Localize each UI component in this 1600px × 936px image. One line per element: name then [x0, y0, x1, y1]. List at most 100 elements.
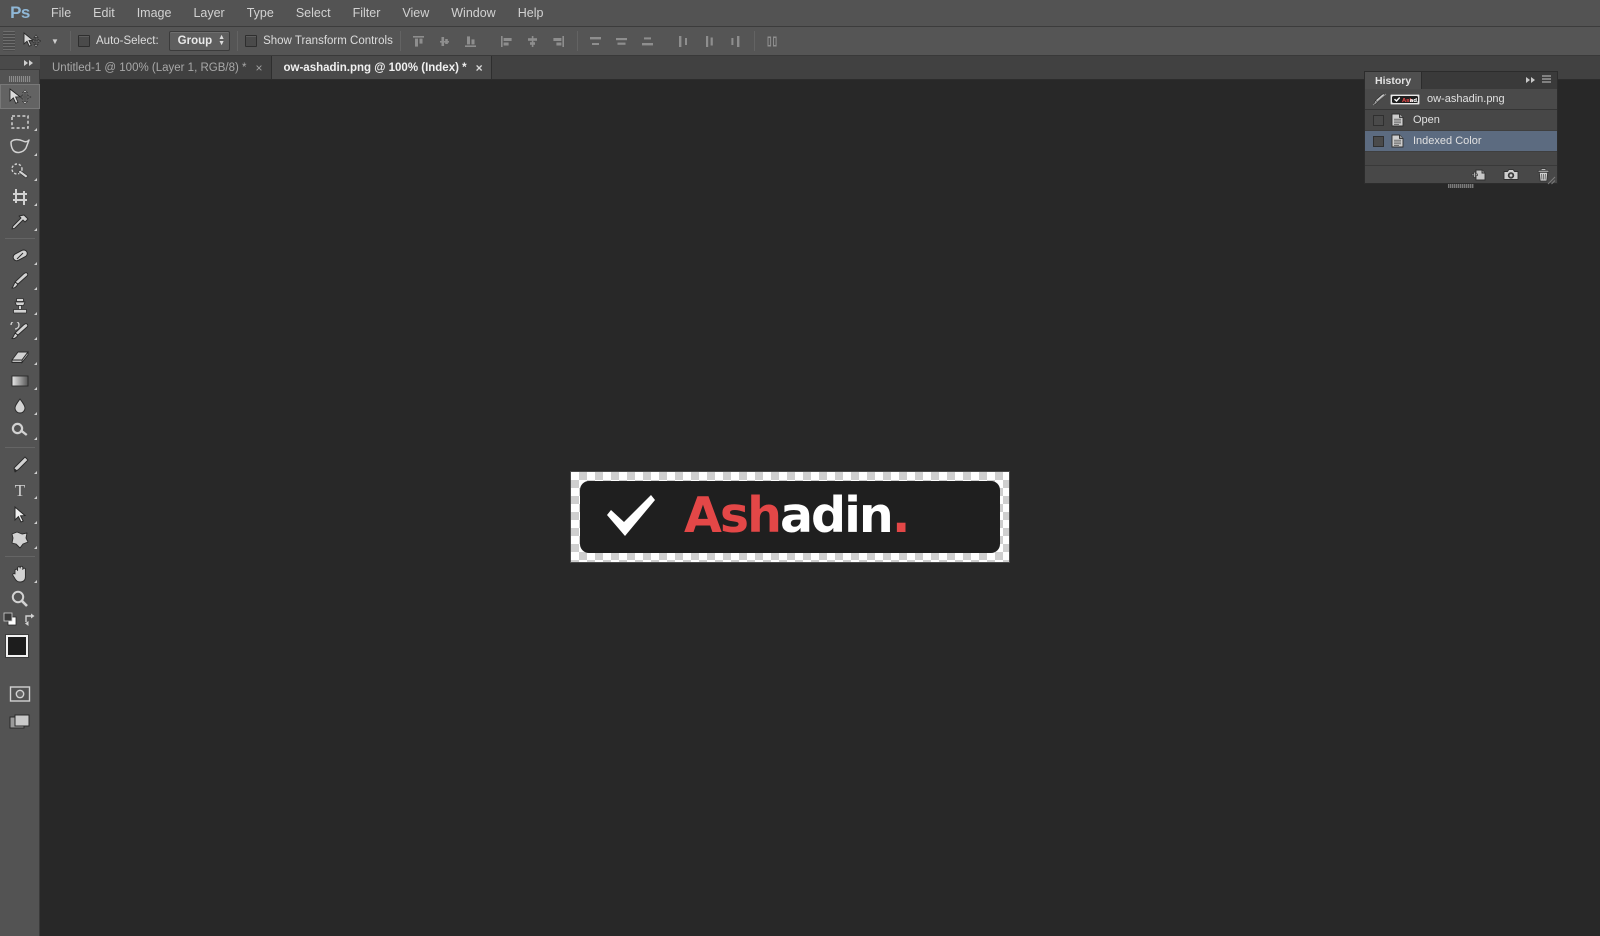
show-transform-controls-checkbox[interactable] [245, 35, 258, 47]
document-tab-untitled-1[interactable]: Untitled-1 @ 100% (Layer 1, RGB/8) * × [40, 56, 272, 79]
close-icon[interactable]: × [476, 62, 483, 74]
document-state-icon [1389, 134, 1405, 148]
crop-tool[interactable] [0, 184, 40, 209]
distribute-top-edges-button[interactable] [585, 30, 607, 52]
horizontal-type-tool[interactable]: T [0, 477, 40, 502]
create-new-snapshot-button[interactable] [1503, 168, 1519, 182]
history-state-row-indexed-color[interactable]: Indexed Color [1365, 131, 1557, 152]
tab-history[interactable]: History [1365, 72, 1423, 89]
color-swatches [0, 633, 40, 675]
flyout-indicator-icon [34, 387, 37, 390]
dodge-tool[interactable] [0, 418, 40, 443]
align-right-edges-button[interactable] [548, 30, 570, 52]
change-screen-mode-button[interactable] [0, 709, 40, 734]
document-tab-label: ow-ashadin.png @ 100% (Index) * [283, 61, 467, 74]
history-thumbnail: Ash ad. [1390, 92, 1420, 106]
default-colors-icon[interactable] [3, 612, 17, 631]
logo-wordmark: Ash adin. [684, 486, 910, 544]
distribute-vertical-centers-button[interactable] [611, 30, 633, 52]
flyout-indicator-icon [34, 262, 37, 265]
menu-view[interactable]: View [391, 0, 440, 27]
document-tab-ow-ashadin[interactable]: ow-ashadin.png @ 100% (Index) * × [271, 56, 492, 79]
tools-panel-grip[interactable] [0, 73, 40, 84]
menu-file[interactable]: File [40, 0, 82, 27]
quick-selection-tool[interactable] [0, 159, 40, 184]
tools-panel: T [0, 56, 40, 936]
zoom-tool[interactable] [0, 586, 40, 611]
auto-align-layers-button[interactable] [762, 30, 784, 52]
history-state-row-open[interactable]: Open [1365, 110, 1557, 131]
checkmark-icon [604, 492, 658, 540]
flyout-indicator-icon [34, 228, 37, 231]
custom-shape-tool[interactable] [0, 527, 40, 552]
foreground-color-swatch[interactable] [6, 635, 28, 657]
history-brush-source-icon[interactable] [1371, 92, 1387, 106]
history-brush-toggle-checkbox[interactable] [1373, 114, 1384, 126]
history-state-label: Indexed Color [1413, 135, 1482, 147]
align-horizontal-centers-button[interactable] [522, 30, 544, 52]
close-icon[interactable]: × [255, 62, 262, 74]
align-bottom-edges-button[interactable] [460, 30, 482, 52]
spot-healing-brush-tool[interactable] [0, 243, 40, 268]
current-tool-icon[interactable] [17, 29, 47, 53]
canvas-area[interactable]: Ash adin. [40, 80, 1600, 936]
flyout-indicator-icon [34, 128, 37, 131]
document-canvas[interactable]: Ash adin. [570, 471, 1010, 563]
distribute-bottom-edges-button[interactable] [637, 30, 659, 52]
flyout-indicator-icon [34, 412, 37, 415]
options-bar-grip[interactable] [3, 31, 15, 51]
distribute-left-edges-button[interactable] [673, 30, 695, 52]
history-source-state-row[interactable]: Ash ad. ow-ashadin.png [1365, 89, 1557, 110]
align-left-edges-button[interactable] [496, 30, 518, 52]
rectangular-marquee-tool[interactable] [0, 109, 40, 134]
hand-tool[interactable] [0, 561, 40, 586]
panel-corner-resize-handle[interactable] [1546, 172, 1556, 185]
edit-in-quick-mask-mode-button[interactable] [0, 681, 40, 706]
gradient-tool[interactable] [0, 368, 40, 393]
menu-image[interactable]: Image [126, 0, 183, 27]
auto-select-checkbox[interactable] [78, 35, 90, 47]
brush-tool[interactable] [0, 268, 40, 293]
tools-panel-collapse-button[interactable] [0, 56, 40, 70]
options-divider-4 [576, 31, 578, 51]
history-states-list[interactable]: Ash ad. ow-ashadin.png Open Indexed Colo… [1365, 89, 1557, 165]
align-vertical-centers-button[interactable] [434, 30, 456, 52]
history-source-label: ow-ashadin.png [1427, 93, 1505, 105]
blur-tool[interactable] [0, 393, 40, 418]
panel-collapse-icon[interactable] [1525, 76, 1537, 86]
menu-window[interactable]: Window [440, 0, 506, 27]
auto-select-scope-dropdown[interactable]: Group ▲ ▼ [168, 31, 231, 51]
tool-preset-picker-caret[interactable]: ▼ [47, 29, 63, 53]
panel-tab-spacer [1422, 72, 1525, 89]
history-brush-tool[interactable] [0, 318, 40, 343]
lasso-tool[interactable] [0, 134, 40, 159]
eyedropper-tool[interactable] [0, 209, 40, 234]
show-transform-group: Show Transform Controls [245, 35, 393, 47]
pen-tool[interactable] [0, 452, 40, 477]
document-state-icon [1389, 113, 1405, 127]
history-brush-toggle-checkbox[interactable] [1373, 135, 1384, 147]
menu-type[interactable]: Type [236, 0, 285, 27]
swap-colors-icon[interactable] [23, 612, 37, 631]
align-top-edges-button[interactable] [408, 30, 430, 52]
options-divider-2 [237, 31, 239, 51]
move-tool[interactable] [0, 84, 40, 109]
auto-select-group: Auto-Select: Group ▲ ▼ [78, 31, 231, 51]
menu-edit[interactable]: Edit [82, 0, 126, 27]
panel-resize-grip[interactable] [1448, 184, 1474, 188]
distribute-right-edges-button[interactable] [725, 30, 747, 52]
menu-help[interactable]: Help [507, 0, 555, 27]
panel-tab-label: History [1375, 74, 1412, 87]
create-document-from-state-button[interactable] [1471, 168, 1487, 182]
distribute-horizontal-centers-button[interactable] [699, 30, 721, 52]
flyout-indicator-icon [34, 580, 37, 583]
logo-text-white: adin [779, 486, 894, 544]
clone-stamp-tool[interactable] [0, 293, 40, 318]
path-selection-tool[interactable] [0, 502, 40, 527]
menu-filter[interactable]: Filter [342, 0, 392, 27]
menu-select[interactable]: Select [285, 0, 342, 27]
eraser-tool[interactable] [0, 343, 40, 368]
panel-menu-icon[interactable] [1542, 75, 1552, 86]
auto-select-scope-value: Group [177, 35, 213, 47]
menu-layer[interactable]: Layer [182, 0, 235, 27]
